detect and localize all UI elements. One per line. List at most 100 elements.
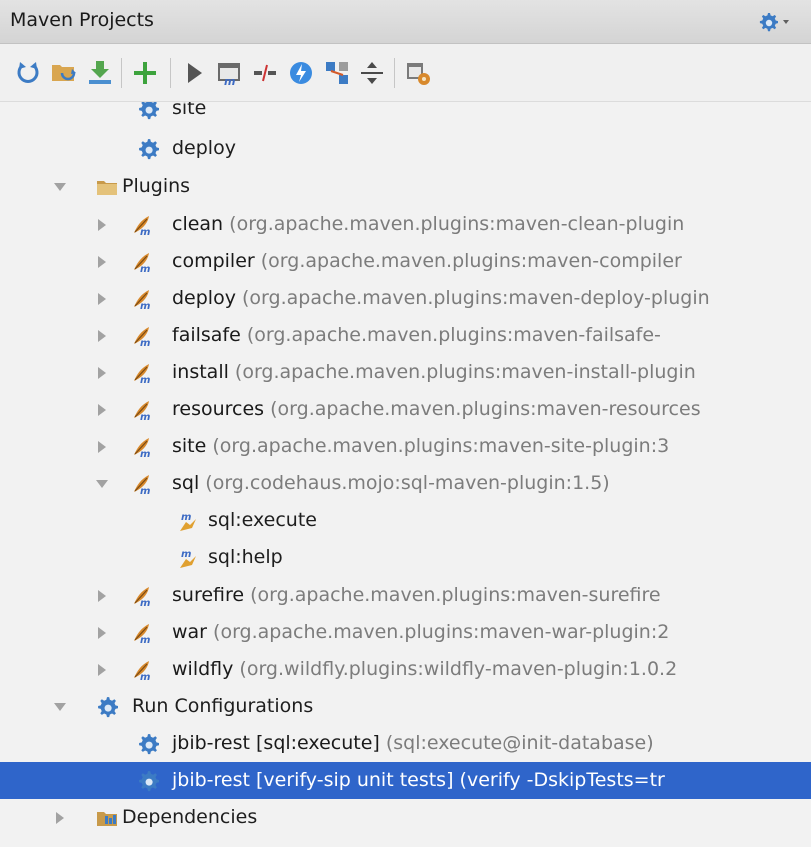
settings-icon[interactable] [404,59,432,87]
plugin-failsafe[interactable]: failsafe (org.apache.maven.plugins:maven… [0,317,811,354]
maven-plugin-icon [133,326,152,347]
plugin-resources[interactable]: resources (org.apache.maven.plugins:mave… [0,391,811,428]
reimport-icon[interactable] [14,59,42,87]
run-config-gear-icon [139,734,159,755]
tree-node-plugins[interactable]: Plugins [0,168,811,205]
plugin-coordinates: (org.apache.maven.plugins:maven-clean-pl… [229,213,685,235]
run-config-verify-sip[interactable]: jbib-rest [verify-sip unit tests] (verif… [0,762,811,799]
plugin-clean[interactable]: clean (org.apache.maven.plugins:maven-cl… [0,206,811,243]
collapse-arrow-icon[interactable] [96,664,108,676]
panel-header: Maven Projects [0,0,811,44]
skip-tests-icon[interactable] [287,59,315,87]
svg-text:m: m [224,75,235,87]
lifecycle-item-site[interactable]: site [0,102,811,127]
plugin-compiler[interactable]: compiler (org.apache.maven.plugins:maven… [0,243,811,280]
plugin-name: compiler [172,250,255,272]
maven-plugin-icon [133,215,152,236]
plugin-coordinates: (org.wildfly.plugins:wildfly-maven-plugi… [239,658,678,680]
plugin-coordinates: (org.apache.maven.plugins:maven-resource… [270,398,701,420]
maven-plugin-icon [133,363,152,384]
run-config-detail: (verify -DskipTests=tr [459,769,665,791]
run-config-gear-icon [139,771,159,792]
plugin-name: war [172,621,207,643]
toolbar-separator [170,58,171,88]
maven-plugin-icon [133,586,152,607]
lifecycle-gear-icon [139,102,159,120]
plugin-site[interactable]: site (org.apache.maven.plugins:maven-sit… [0,428,811,465]
run-config-name: jbib-rest [verify-sip unit tests] [172,769,454,791]
plugin-name: site [172,435,207,457]
collapse-arrow-icon[interactable] [96,293,108,305]
collapse-arrow-icon[interactable] [96,367,108,379]
expand-arrow-icon[interactable] [96,478,108,490]
collapse-arrow-icon[interactable] [96,219,108,231]
plugin-name: surefire [172,584,245,606]
maven-plugin-icon [133,252,152,273]
plugin-coordinates: (org.apache.maven.plugins:maven-surefire [250,584,661,606]
expand-arrow-icon[interactable] [54,701,66,713]
plugin-coordinates: (org.codehaus.mojo:sql-maven-plugin:1.5) [205,472,610,494]
maven-plugin-icon [133,660,152,681]
tree-node-run-configurations[interactable]: Run Configurations [0,688,811,725]
plugin-sql[interactable]: sql (org.codehaus.mojo:sql-maven-plugin:… [0,465,811,502]
maven-plugin-icon [133,400,152,421]
collapse-all-icon[interactable] [358,59,386,87]
project-tree[interactable]: site deploy Plugins clean (org.apache.ma… [0,102,811,847]
collapse-arrow-icon[interactable] [96,256,108,268]
plugin-coordinates: (org.apache.maven.plugins:maven-war-plug… [213,621,670,643]
maven-goal-icon [180,549,196,568]
generate-sources-icon[interactable] [50,59,78,87]
plugin-coordinates: (org.apache.maven.plugins:maven-deploy-p… [242,287,710,309]
goal-label: sql:help [208,546,283,568]
toolbar-separator [121,58,122,88]
plugin-install[interactable]: install (org.apache.maven.plugins:maven-… [0,354,811,391]
plugin-surefire[interactable]: surefire (org.apache.maven.plugins:maven… [0,577,811,614]
run-config-sql-execute[interactable]: jbib-rest [sql:execute] (sql:execute@ini… [0,725,811,762]
lifecycle-item-label: site [172,102,207,119]
plugin-coordinates: (org.apache.maven.plugins:maven-failsafe… [246,324,661,346]
plugin-name: clean [172,213,224,235]
toggle-offline-icon[interactable] [251,59,279,87]
run-icon[interactable] [180,59,208,87]
lifecycle-item-label: deploy [172,137,236,159]
plugin-name: install [172,361,229,383]
download-icon[interactable] [86,59,114,87]
toolbar-separator [394,58,395,88]
plugin-name: wildfly [172,658,234,680]
tree-node-dependencies[interactable]: Dependencies [0,799,811,836]
collapse-arrow-icon[interactable] [96,627,108,639]
maven-plugin-icon [133,437,152,458]
execute-goal-icon[interactable]: m [215,59,243,87]
maven-projects-panel: Maven Projects m site deploy Plugins cle… [0,0,811,847]
dependencies-folder-icon [97,812,117,826]
plugins-folder-icon [97,181,117,195]
show-dependencies-icon[interactable] [323,59,351,87]
run-configurations-gear-icon [98,697,118,718]
collapse-arrow-icon[interactable] [96,441,108,453]
plugin-coordinates: (org.apache.maven.plugins:maven-compiler [260,250,682,272]
tree-node-label: Run Configurations [132,695,314,717]
plugin-name: failsafe [172,324,241,346]
add-icon[interactable] [131,59,159,87]
collapse-arrow-icon[interactable] [54,812,66,824]
goal-label: sql:execute [208,509,317,531]
maven-plugin-icon [133,623,152,644]
goal-sql-execute[interactable]: sql:execute [0,502,811,539]
plugin-wildfly[interactable]: wildfly (org.wildfly.plugins:wildfly-mav… [0,651,811,688]
plugin-war[interactable]: war (org.apache.maven.plugins:maven-war-… [0,614,811,651]
lifecycle-gear-icon [139,139,159,160]
goal-sql-help[interactable]: sql:help [0,539,811,576]
run-config-detail: (sql:execute@init-database) [385,732,654,754]
collapse-arrow-icon[interactable] [96,590,108,602]
maven-goal-icon [180,512,196,531]
tree-node-label: Plugins [122,175,191,197]
run-config-name: jbib-rest [sql:execute] [172,732,380,754]
plugin-deploy[interactable]: deploy (org.apache.maven.plugins:maven-d… [0,280,811,317]
collapse-arrow-icon[interactable] [96,330,108,342]
expand-arrow-icon[interactable] [54,181,66,193]
panel-settings-icon[interactable] [756,8,796,36]
plugin-name: deploy [172,287,236,309]
lifecycle-item-deploy[interactable]: deploy [0,130,811,167]
toolbar: m [0,44,811,102]
collapse-arrow-icon[interactable] [96,404,108,416]
